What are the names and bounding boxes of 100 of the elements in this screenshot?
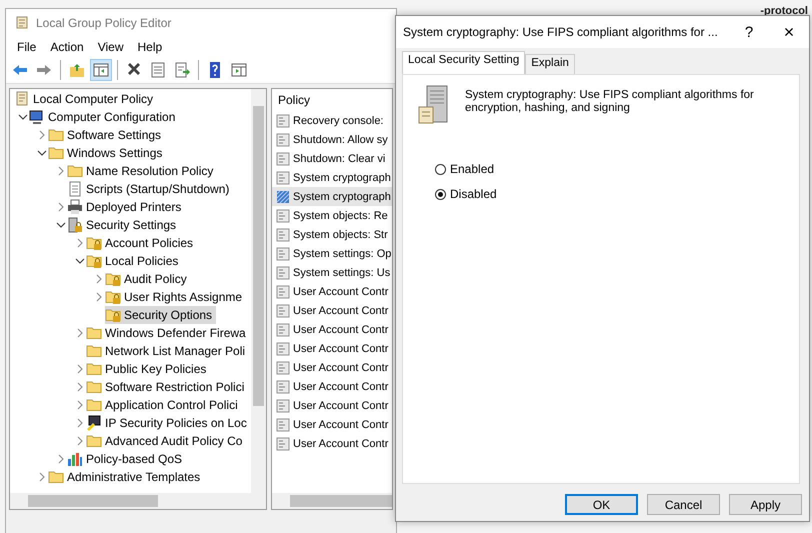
expand-icon[interactable]	[74, 238, 84, 248]
policy-icon	[276, 380, 290, 394]
policy-row[interactable]: User Account Contr	[272, 415, 392, 434]
expand-icon[interactable]	[36, 130, 46, 140]
dialog-button[interactable]: OK	[565, 494, 638, 515]
policy-row[interactable]: Recovery console:	[272, 111, 392, 130]
tree-item[interactable]: Advanced Audit Policy Co	[86, 432, 246, 450]
policy-icon	[276, 322, 290, 336]
dialog-button[interactable]: Apply	[729, 494, 802, 515]
collapse-icon[interactable]	[56, 220, 66, 230]
properties-icon	[149, 61, 167, 79]
lockfolder-icon	[105, 271, 121, 287]
column-header[interactable]: Policy	[272, 89, 392, 111]
tree-item[interactable]: Account Policies	[86, 234, 198, 252]
radio-button[interactable]	[435, 164, 446, 174]
tree-item[interactable]: Name Resolution Policy	[67, 162, 218, 180]
policy-row[interactable]: Shutdown: Allow sy	[272, 130, 392, 149]
policy-row[interactable]: User Account Contr	[272, 358, 392, 377]
tree-item[interactable]: Scripts (Startup/Shutdown)	[67, 180, 234, 198]
tree-item[interactable]: Application Control Polici	[86, 396, 242, 414]
tree-item[interactable]: Computer Configuration	[29, 108, 180, 126]
policy-row[interactable]: User Account Contr	[272, 282, 392, 301]
collapse-icon[interactable]	[18, 112, 28, 122]
policy-row[interactable]: User Account Contr	[272, 434, 392, 453]
tree-item[interactable]: Policy-based QoS	[67, 450, 186, 468]
policy-row[interactable]: System objects: Str	[272, 225, 392, 244]
menu-item[interactable]: File	[10, 40, 44, 54]
tree-item[interactable]: Deployed Printers	[67, 198, 186, 216]
folder-icon	[86, 343, 102, 359]
menu-item[interactable]: Help	[130, 40, 170, 54]
policy-icon	[276, 342, 290, 356]
expand-icon[interactable]	[74, 328, 84, 338]
expand-icon[interactable]	[74, 400, 84, 410]
script-icon	[67, 181, 83, 197]
expand-icon[interactable]	[94, 292, 104, 302]
policy-row[interactable]: User Account Contr	[272, 320, 392, 339]
expand-icon[interactable]	[56, 202, 66, 212]
policy-icon	[276, 304, 290, 318]
policy-row[interactable]: System cryptograph	[272, 187, 392, 206]
policy-row[interactable]: Shutdown: Clear vi	[272, 149, 392, 168]
tree-item[interactable]: User Rights Assignme	[105, 288, 246, 306]
lockfolder-icon	[86, 235, 102, 251]
tree-item[interactable]: Security Settings	[67, 216, 180, 234]
policy-row[interactable]: User Account Contr	[272, 301, 392, 320]
folder-icon	[86, 397, 102, 413]
policy-icon	[276, 114, 290, 128]
policy-icon	[276, 228, 290, 242]
policy-row[interactable]: User Account Contr	[272, 396, 392, 415]
tree-item[interactable]: Windows Settings	[48, 144, 166, 162]
expand-icon[interactable]	[74, 436, 84, 446]
menu-item[interactable]: Action	[43, 40, 91, 54]
tree-item[interactable]: Local Policies	[86, 252, 182, 270]
computer-icon	[29, 109, 45, 125]
policy-row[interactable]: System objects: Re	[272, 206, 392, 225]
policy-icon	[276, 360, 290, 374]
vertical-scrollbar[interactable]	[251, 89, 266, 493]
horizontal-scrollbar[interactable]	[10, 493, 266, 509]
tree-item[interactable]: IP Security Policies on Loc	[86, 414, 251, 432]
lockfolder-icon	[86, 253, 102, 269]
tree-item[interactable]: Security Options	[105, 306, 216, 324]
tree-tool[interactable]	[90, 59, 112, 81]
help-button[interactable]: ?	[729, 24, 769, 40]
policy-icon	[276, 436, 290, 450]
close-button[interactable]: ×	[769, 22, 809, 42]
tab[interactable]: Explain	[525, 54, 575, 74]
horizontal-scrollbar[interactable]	[272, 493, 392, 509]
tree-item[interactable]: Local Computer Policy	[14, 90, 158, 108]
expand-icon[interactable]	[74, 418, 84, 428]
policy-row[interactable]: System settings: Us	[272, 263, 392, 282]
policy-row[interactable]: User Account Contr	[272, 339, 392, 358]
policy-row[interactable]: System cryptograph	[272, 168, 392, 187]
policy-icon	[276, 132, 290, 146]
radio-button[interactable]	[435, 188, 446, 200]
server-icon	[417, 85, 449, 125]
dialog-button[interactable]: Cancel	[647, 494, 720, 515]
tree-item[interactable]: Network List Manager Poli	[86, 342, 250, 360]
folder-icon	[48, 145, 64, 161]
tree-item[interactable]: Software Restriction Polici	[86, 378, 248, 396]
expand-icon[interactable]	[36, 472, 46, 482]
expand-icon[interactable]	[74, 382, 84, 392]
policy-row[interactable]: System settings: Op	[272, 244, 392, 263]
menu-item[interactable]: View	[90, 40, 130, 54]
tree-item[interactable]: Audit Policy	[105, 270, 191, 288]
dialog-title: System cryptography: Use FIPS compliant algorithms for ...	[403, 25, 719, 39]
scroll-icon	[14, 15, 30, 31]
tree-item[interactable]: Public Key Policies	[86, 360, 210, 378]
collapse-icon[interactable]	[36, 148, 46, 158]
tree-item[interactable]: Software Settings	[48, 126, 166, 144]
expand-icon[interactable]	[94, 274, 104, 284]
expand-icon[interactable]	[56, 166, 66, 176]
policy-description: System cryptography: Use FIPS compliant algorithms for encryption, hashing, and signing	[465, 88, 755, 115]
tree-item[interactable]: Administrative Templates	[48, 468, 204, 486]
collapse-icon[interactable]	[74, 256, 84, 266]
tree-item[interactable]: Windows Defender Firewa	[86, 324, 250, 342]
policy-row[interactable]: User Account Contr	[272, 377, 392, 396]
folder-icon	[48, 127, 64, 143]
expand-icon[interactable]	[74, 364, 84, 374]
tab[interactable]: Local Security Setting	[402, 51, 526, 74]
expand-icon[interactable]	[56, 454, 66, 464]
window-title: Local Group Policy Editor	[36, 16, 172, 30]
